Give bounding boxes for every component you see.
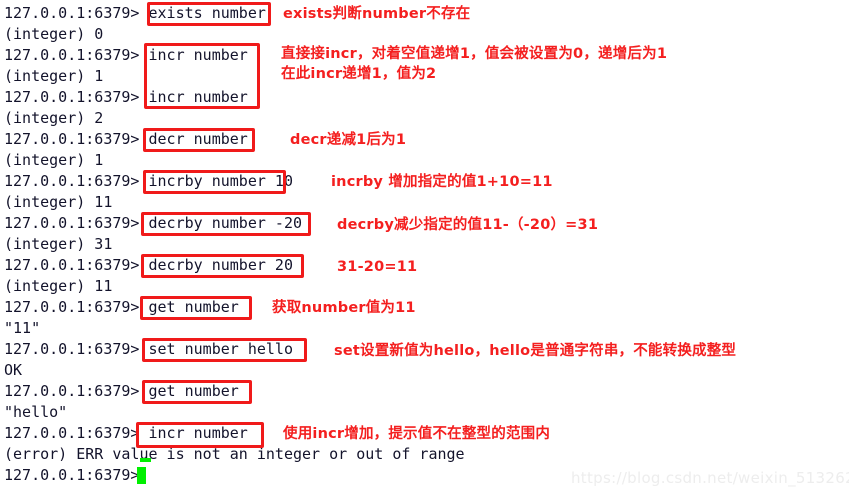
terminal-prompt: 127.0.0.1:6379> [4,340,140,358]
terminal-line: (integer) 11 [4,276,112,297]
terminal-result: (integer) 2 [4,109,104,127]
annotation-note: 直接接incr，对着空值递增1，值会被设置为0，递增后为1 [281,46,668,62]
terminal-prompt: 127.0.0.1:6379> [4,466,140,484]
terminal-line: 127.0.0.1:6379> decrby number 20 [4,255,293,276]
annotation-note: decrby减少指定的值11-（-20）=31 [337,217,599,233]
terminal-line: "11" [4,318,40,339]
terminal-line: (integer) 2 [4,108,103,129]
terminal-line: (integer) 0 [4,24,103,45]
terminal-line: (integer) 11 [4,192,112,213]
redis-cli-terminal-screenshot: 127.0.0.1:6379> exists number (integer) 0… [0,0,849,501]
watermark-text: https://blog.csdn.net/weixin_51326240 [571,469,849,487]
annotation-note: 在此incr递增1，值为2 [281,66,437,82]
terminal-line: 127.0.0.1:6379> incr number [4,423,248,444]
terminal-prompt: 127.0.0.1:6379> [4,46,140,64]
terminal-result: OK [4,361,23,379]
annotation-note: 获取number值为11 [272,300,416,316]
terminal-command[interactable]: incr number [149,424,248,442]
terminal-prompt: 127.0.0.1:6379> [4,214,140,232]
annotation-note: 31-20=11 [337,259,418,275]
terminal-line: OK [4,360,22,381]
terminal-command[interactable]: incrby number 10 [149,172,294,190]
terminal-line: "hello" [4,402,67,423]
terminal-command[interactable]: get number [149,298,239,316]
terminal-prompt: 127.0.0.1:6379> [4,88,140,106]
terminal-result: "11" [4,319,41,337]
terminal-command[interactable]: incr number [149,46,248,64]
terminal-prompt: 127.0.0.1:6379> [4,298,140,316]
terminal-command[interactable]: decrby number -20 [149,214,303,232]
terminal-line: (integer) 1 [4,66,103,87]
terminal-command[interactable]: decr number [149,130,248,148]
terminal-line: 127.0.0.1:6379> [4,465,149,486]
annotation-note: incrby 增加指定的值1+10=11 [331,174,553,190]
terminal-command[interactable]: exists number [149,4,266,22]
annotation-note: 使用incr增加，提示值不在整型的范围内 [283,426,551,442]
terminal-command[interactable]: get number [149,382,239,400]
terminal-result: (integer) 11 [4,277,113,295]
terminal-prompt: 127.0.0.1:6379> [4,172,140,190]
terminal-prompt: 127.0.0.1:6379> [4,4,140,22]
terminal-line: 127.0.0.1:6379> get number [4,297,239,318]
terminal-line: 127.0.0.1:6379> set number hello [4,339,293,360]
terminal-result: (integer) 1 [4,67,104,85]
terminal-line: 127.0.0.1:6379> incrby number 10 [4,171,293,192]
cursor-underline-mark [140,458,151,462]
terminal-result: (integer) 11 [4,193,113,211]
terminal-result: (integer) 1 [4,151,104,169]
terminal-cursor [137,467,146,484]
terminal-result: "hello" [4,403,68,421]
terminal-line: 127.0.0.1:6379> decrby number -20 [4,213,302,234]
terminal-line: 127.0.0.1:6379> incr number [4,45,248,66]
terminal-line: 127.0.0.1:6379> incr number [4,87,248,108]
terminal-line: 127.0.0.1:6379> get number [4,381,239,402]
terminal-result: (error) ERR value is not an integer or o… [4,445,465,463]
terminal-line: (integer) 31 [4,234,112,255]
terminal-command[interactable]: set number hello [149,340,294,358]
terminal-prompt: 127.0.0.1:6379> [4,382,140,400]
annotation-note: set设置新值为hello，hello是普通字符串，不能转换成整型 [334,343,737,359]
terminal-line: 127.0.0.1:6379> decr number [4,129,248,150]
terminal-prompt: 127.0.0.1:6379> [4,130,140,148]
terminal-result: (integer) 0 [4,25,104,43]
terminal-prompt: 127.0.0.1:6379> [4,424,140,442]
terminal-line: (integer) 1 [4,150,103,171]
annotation-note: exists判断number不存在 [283,6,471,22]
terminal-line: 127.0.0.1:6379> exists number [4,3,266,24]
terminal-result: (integer) 31 [4,235,113,253]
terminal-line: (error) ERR value is not an integer or o… [4,444,465,465]
terminal-command[interactable]: incr number [149,88,248,106]
terminal-command[interactable]: decrby number 20 [149,256,294,274]
annotation-note: decr递减1后为1 [290,132,407,148]
terminal-prompt: 127.0.0.1:6379> [4,256,140,274]
